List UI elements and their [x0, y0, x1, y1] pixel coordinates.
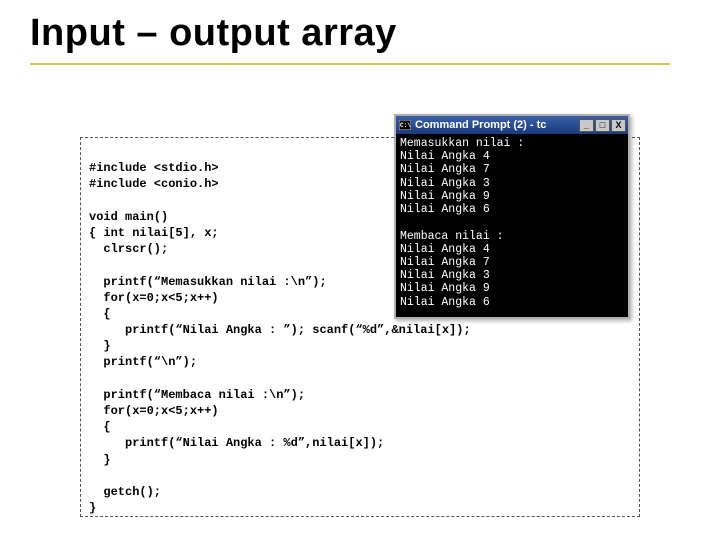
code-line: for(x=0;x<5;x++) — [89, 404, 219, 418]
code-line: clrscr(); — [89, 242, 168, 256]
svg-text:C:\: C:\ — [400, 122, 411, 129]
code-line: } — [89, 501, 96, 515]
code-line: } — [89, 339, 111, 353]
code-line: for(x=0;x<5;x++) — [89, 291, 219, 305]
code-line: printf(“Membaca nilai :\n”); — [89, 388, 305, 402]
code-line: printf(“Nilai Angka : ”); scanf(“%d”,&ni… — [89, 323, 471, 337]
titlebar[interactable]: C:\ Command Prompt (2) - tc _ □ X — [396, 116, 628, 134]
code-line: printf(“\n”); — [89, 355, 197, 369]
code-line: printf(“Nilai Angka : %d”,nilai[x]); — [89, 436, 384, 450]
code-line: void main() — [89, 210, 168, 224]
code-line: { — [89, 420, 111, 434]
code-line: } — [89, 453, 111, 467]
command-prompt-window: C:\ Command Prompt (2) - tc _ □ X Memasu… — [394, 114, 630, 319]
window-title: Command Prompt (2) - tc — [415, 119, 579, 131]
code-line: #include <conio.h> — [89, 177, 219, 191]
code-line: #include <stdio.h> — [89, 161, 219, 175]
console-icon: C:\ — [398, 119, 411, 132]
code-line: printf(“Memasukkan nilai :\n”); — [89, 275, 327, 289]
slide-title: Input – output array — [30, 12, 670, 65]
minimize-button[interactable]: _ — [579, 119, 594, 132]
code-line: { int nilai[5], x; — [89, 226, 219, 240]
console-output: Memasukkan nilai : Nilai Angka 4 Nilai A… — [396, 134, 628, 317]
maximize-button[interactable]: □ — [595, 119, 610, 132]
close-button[interactable]: X — [611, 119, 626, 132]
code-line: { — [89, 307, 111, 321]
code-line: getch(); — [89, 485, 161, 499]
